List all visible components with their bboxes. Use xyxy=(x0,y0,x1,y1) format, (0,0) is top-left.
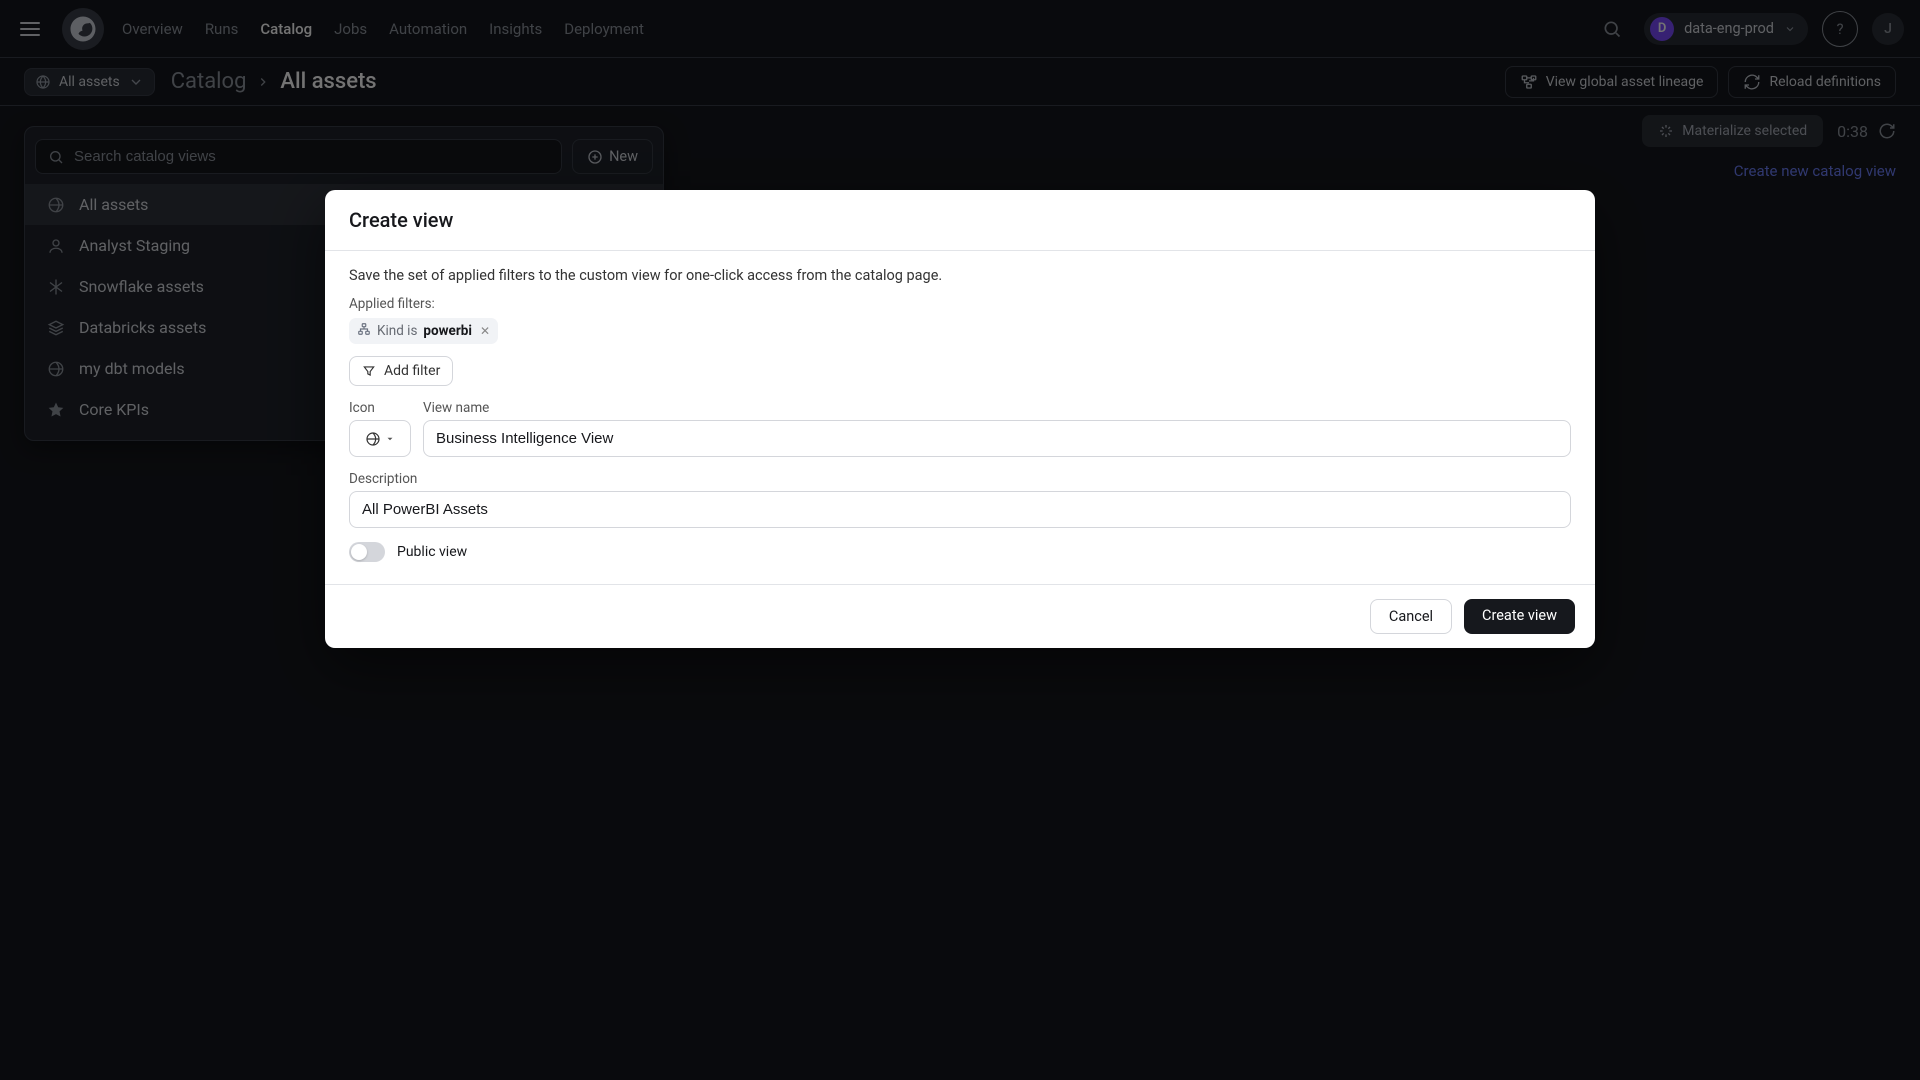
filter-chip-remove[interactable]: ✕ xyxy=(480,324,490,338)
modal-title: Create view xyxy=(325,190,1595,251)
globe-icon xyxy=(365,431,381,447)
description-field-label: Description xyxy=(349,471,1571,487)
description-input[interactable] xyxy=(349,491,1571,528)
filter-chip-prefix: Kind is xyxy=(377,323,417,339)
filter-icon xyxy=(362,364,376,378)
public-view-toggle[interactable] xyxy=(349,542,385,562)
filter-chip-value: powerbi xyxy=(423,323,472,339)
filter-chip-kind: Kind is powerbi ✕ xyxy=(349,318,498,344)
modal-overlay[interactable]: Create view Save the set of applied filt… xyxy=(0,0,1920,1080)
view-name-input[interactable] xyxy=(423,420,1571,457)
caret-down-icon xyxy=(385,434,395,444)
add-filter-button[interactable]: Add filter xyxy=(349,356,453,386)
create-view-modal: Create view Save the set of applied filt… xyxy=(325,190,1595,648)
public-view-toggle-label: Public view xyxy=(397,544,467,560)
view-name-field-label: View name xyxy=(423,400,1571,416)
add-filter-label: Add filter xyxy=(384,363,440,379)
icon-picker[interactable] xyxy=(349,420,411,457)
modal-instructions: Save the set of applied filters to the c… xyxy=(349,267,1571,284)
icon-field-label: Icon xyxy=(349,400,411,416)
cancel-button[interactable]: Cancel xyxy=(1370,599,1452,634)
applied-filters-label: Applied filters: xyxy=(349,296,1571,312)
hierarchy-icon xyxy=(357,322,371,340)
create-view-button[interactable]: Create view xyxy=(1464,599,1575,634)
